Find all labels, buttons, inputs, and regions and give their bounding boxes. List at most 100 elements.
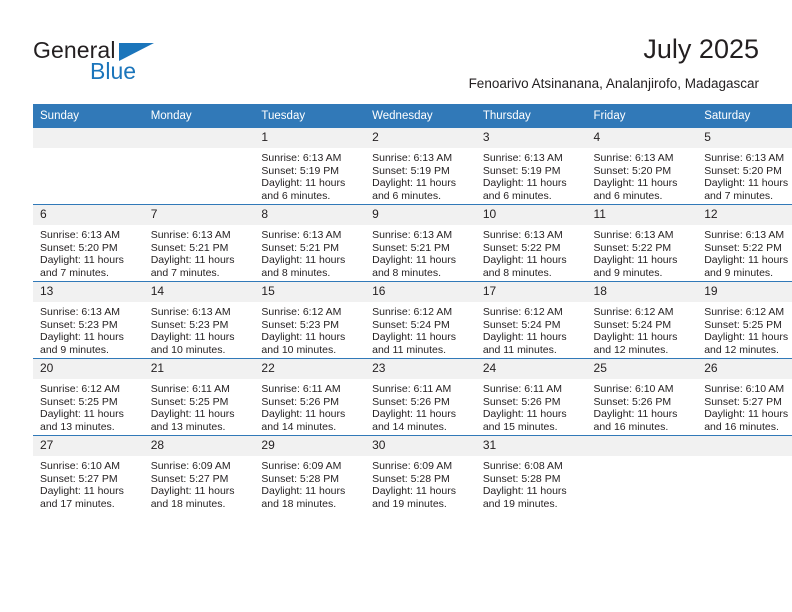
calendar-day-cell[interactable]: 30 Sunrise: 6:09 AM Sunset: 5:28 PM Dayligh… — [365, 435, 476, 512]
daylight-text: Daylight: 11 hours and 14 minutes. — [372, 408, 456, 433]
day-number: 31 — [475, 436, 587, 456]
calendar-day-cell[interactable]: 15 Sunrise: 6:12 AM Sunset: 5:23 PM Dayligh… — [254, 281, 366, 359]
day-details: Sunrise: 6:12 AM Sunset: 5:25 PM Daylight:… — [697, 302, 792, 356]
calendar-page: General Blue July 2025 Fenoarivo Atsinan… — [0, 0, 792, 612]
calendar-day-cell[interactable]: 13 Sunrise: 6:13 AM Sunset: 5:23 PM Dayligh… — [33, 281, 144, 359]
sunrise-text: Sunrise: 6:13 AM — [261, 229, 342, 241]
daylight-text: Daylight: 11 hours and 9 minutes. — [593, 254, 678, 279]
sunset-text: Sunset: 5:28 PM — [261, 472, 340, 485]
sunset-text: Sunset: 5:28 PM — [482, 472, 561, 485]
calendar-day-cell[interactable]: 26 Sunrise: 6:10 AM Sunset: 5:27 PM Dayligh… — [697, 358, 792, 436]
calendar-day-cell-empty — [143, 128, 255, 205]
daylight-text: Daylight: 11 hours and 12 minutes. — [593, 331, 678, 356]
calendar-day-cell[interactable]: 6 Sunrise: 6:13 AM Sunset: 5:20 PM Daylight… — [33, 204, 144, 282]
day-number: 3 — [475, 128, 587, 148]
daylight-text: Daylight: 11 hours and 8 minutes. — [261, 254, 346, 279]
day-number: 12 — [697, 205, 792, 225]
day-details: Sunrise: 6:13 AM Sunset: 5:20 PM Daylight:… — [33, 225, 144, 279]
calendar-day-cell[interactable]: 3 Sunrise: 6:13 AM Sunset: 5:19 PM Daylight… — [475, 128, 587, 205]
calendar-day-cell[interactable]: 14 Sunrise: 6:13 AM Sunset: 5:23 PM Dayligh… — [143, 281, 255, 359]
sunrise-text: Sunrise: 6:13 AM — [482, 229, 563, 241]
day-details: Sunrise: 6:09 AM Sunset: 5:28 PM Daylight:… — [254, 456, 365, 510]
calendar-table: Sunday Monday Tuesday Wednesday Thursday… — [33, 104, 792, 512]
calendar-day-cell[interactable]: 31 Sunrise: 6:08 AM Sunset: 5:28 PM Dayligh… — [475, 435, 587, 512]
sunset-text: Sunset: 5:20 PM — [593, 164, 672, 177]
sunrise-text: Sunrise: 6:12 AM — [261, 306, 342, 318]
sunset-text: Sunset: 5:22 PM — [482, 241, 561, 254]
weekday-header-saturday: Saturday — [697, 104, 792, 128]
calendar-day-cell[interactable]: 24 Sunrise: 6:11 AM Sunset: 5:26 PM Dayligh… — [475, 358, 587, 436]
daylight-text: Daylight: 11 hours and 7 minutes. — [40, 254, 124, 279]
day-details: Sunrise: 6:12 AM Sunset: 5:25 PM Daylight:… — [33, 379, 144, 433]
daylight-text: Daylight: 11 hours and 9 minutes. — [704, 254, 789, 279]
sunset-text: Sunset: 5:21 PM — [261, 241, 340, 254]
day-number: 25 — [586, 359, 698, 379]
daylight-text: Daylight: 11 hours and 7 minutes. — [150, 254, 235, 279]
calendar-day-cell[interactable]: 2 Sunrise: 6:13 AM Sunset: 5:19 PM Daylight… — [365, 128, 476, 205]
sunrise-text: Sunrise: 6:13 AM — [40, 229, 120, 241]
day-number: 17 — [475, 282, 587, 302]
brand-name-blue: Blue — [90, 58, 137, 84]
daylight-text: Daylight: 11 hours and 14 minutes. — [261, 408, 346, 433]
calendar-day-cell[interactable]: 1 Sunrise: 6:13 AM Sunset: 5:19 PM Daylight… — [254, 128, 366, 205]
sunrise-text: Sunrise: 6:11 AM — [261, 383, 341, 395]
calendar-day-cell[interactable]: 4 Sunrise: 6:13 AM Sunset: 5:20 PM Daylight… — [586, 128, 698, 205]
calendar-day-cell[interactable]: 29 Sunrise: 6:09 AM Sunset: 5:28 PM Dayligh… — [254, 435, 366, 512]
sunrise-text: Sunrise: 6:13 AM — [704, 229, 785, 241]
day-details: Sunrise: 6:10 AM Sunset: 5:27 PM Daylight:… — [697, 379, 792, 433]
calendar-day-cell[interactable]: 28 Sunrise: 6:09 AM Sunset: 5:27 PM Dayligh… — [143, 435, 255, 512]
calendar-day-cell[interactable]: 11 Sunrise: 6:13 AM Sunset: 5:22 PM Dayligh… — [586, 204, 698, 282]
day-details: Sunrise: 6:13 AM Sunset: 5:22 PM Daylight:… — [697, 225, 792, 279]
daylight-text: Daylight: 11 hours and 9 minutes. — [40, 331, 124, 356]
calendar-day-cell[interactable]: 5 Sunrise: 6:13 AM Sunset: 5:20 PM Daylight… — [697, 128, 792, 205]
day-details: Sunrise: 6:13 AM Sunset: 5:19 PM Daylight:… — [476, 148, 587, 202]
day-number: 7 — [143, 205, 255, 225]
calendar-day-cell[interactable]: 17 Sunrise: 6:12 AM Sunset: 5:24 PM Dayligh… — [475, 281, 587, 359]
day-details: Sunrise: 6:11 AM Sunset: 5:26 PM Daylight:… — [365, 379, 476, 433]
day-number: 10 — [475, 205, 587, 225]
daylight-text: Daylight: 11 hours and 17 minutes. — [40, 485, 124, 510]
daylight-text: Daylight: 11 hours and 13 minutes. — [150, 408, 235, 433]
calendar-day-cell[interactable]: 8 Sunrise: 6:13 AM Sunset: 5:21 PM Daylight… — [254, 204, 366, 282]
calendar-day-cell[interactable]: 23 Sunrise: 6:11 AM Sunset: 5:26 PM Dayligh… — [365, 358, 476, 436]
calendar-day-cell[interactable]: 27 Sunrise: 6:10 AM Sunset: 5:27 PM Dayligh… — [33, 435, 144, 512]
day-number: 18 — [586, 282, 698, 302]
calendar-day-cell[interactable]: 19 Sunrise: 6:12 AM Sunset: 5:25 PM Dayligh… — [697, 281, 792, 359]
day-details: Sunrise: 6:13 AM Sunset: 5:20 PM Daylight:… — [697, 148, 792, 202]
weekday-header-thursday: Thursday — [475, 104, 587, 128]
day-number: 27 — [33, 436, 144, 456]
day-number: 4 — [586, 128, 698, 148]
day-details: Sunrise: 6:09 AM Sunset: 5:27 PM Daylight:… — [144, 456, 255, 510]
calendar-day-cell[interactable]: 21 Sunrise: 6:11 AM Sunset: 5:25 PM Dayligh… — [143, 358, 255, 436]
day-details: Sunrise: 6:12 AM Sunset: 5:24 PM Daylight:… — [476, 302, 587, 356]
calendar-day-cell[interactable]: 12 Sunrise: 6:13 AM Sunset: 5:22 PM Dayligh… — [697, 204, 792, 282]
sunrise-text: Sunrise: 6:13 AM — [150, 306, 231, 318]
sunrise-text: Sunrise: 6:13 AM — [482, 152, 563, 164]
day-details: Sunrise: 6:13 AM Sunset: 5:19 PM Daylight:… — [365, 148, 476, 202]
day-details: Sunrise: 6:13 AM Sunset: 5:19 PM Daylight:… — [254, 148, 365, 202]
sunrise-text: Sunrise: 6:12 AM — [482, 306, 563, 318]
day-details: Sunrise: 6:09 AM Sunset: 5:28 PM Daylight:… — [365, 456, 476, 510]
sunset-text: Sunset: 5:20 PM — [40, 241, 118, 254]
day-number: 24 — [475, 359, 587, 379]
day-details: Sunrise: 6:08 AM Sunset: 5:28 PM Daylight:… — [476, 456, 587, 510]
calendar-day-cell[interactable]: 20 Sunrise: 6:12 AM Sunset: 5:25 PM Dayligh… — [33, 358, 144, 436]
calendar-day-cell[interactable]: 22 Sunrise: 6:11 AM Sunset: 5:26 PM Dayligh… — [254, 358, 366, 436]
brand-logo[interactable]: General Blue — [33, 37, 233, 93]
calendar-day-cell[interactable]: 7 Sunrise: 6:13 AM Sunset: 5:21 PM Daylight… — [143, 204, 255, 282]
sunrise-text: Sunrise: 6:13 AM — [150, 229, 231, 241]
page-subtitle: Fenoarivo Atsinanana, Analanjirofo, Mada… — [468, 76, 759, 91]
daylight-text: Daylight: 11 hours and 12 minutes. — [704, 331, 789, 356]
day-number: 21 — [143, 359, 255, 379]
calendar-day-cell[interactable]: 25 Sunrise: 6:10 AM Sunset: 5:26 PM Dayligh… — [586, 358, 698, 436]
day-details: Sunrise: 6:13 AM Sunset: 5:22 PM Daylight:… — [587, 225, 698, 279]
sunset-text: Sunset: 5:25 PM — [40, 395, 118, 408]
calendar-day-cell[interactable]: 16 Sunrise: 6:12 AM Sunset: 5:24 PM Dayligh… — [365, 281, 476, 359]
calendar-day-cell[interactable]: 9 Sunrise: 6:13 AM Sunset: 5:21 PM Daylight… — [365, 204, 476, 282]
calendar-day-cell[interactable]: 10 Sunrise: 6:13 AM Sunset: 5:22 PM Dayligh… — [475, 204, 587, 282]
calendar-day-cell[interactable]: 18 Sunrise: 6:12 AM Sunset: 5:24 PM Dayligh… — [586, 281, 698, 359]
sunset-text: Sunset: 5:23 PM — [261, 318, 340, 331]
daylight-text: Daylight: 11 hours and 6 minutes. — [593, 177, 678, 202]
sunrise-text: Sunrise: 6:11 AM — [482, 383, 562, 395]
day-number: 26 — [697, 359, 792, 379]
